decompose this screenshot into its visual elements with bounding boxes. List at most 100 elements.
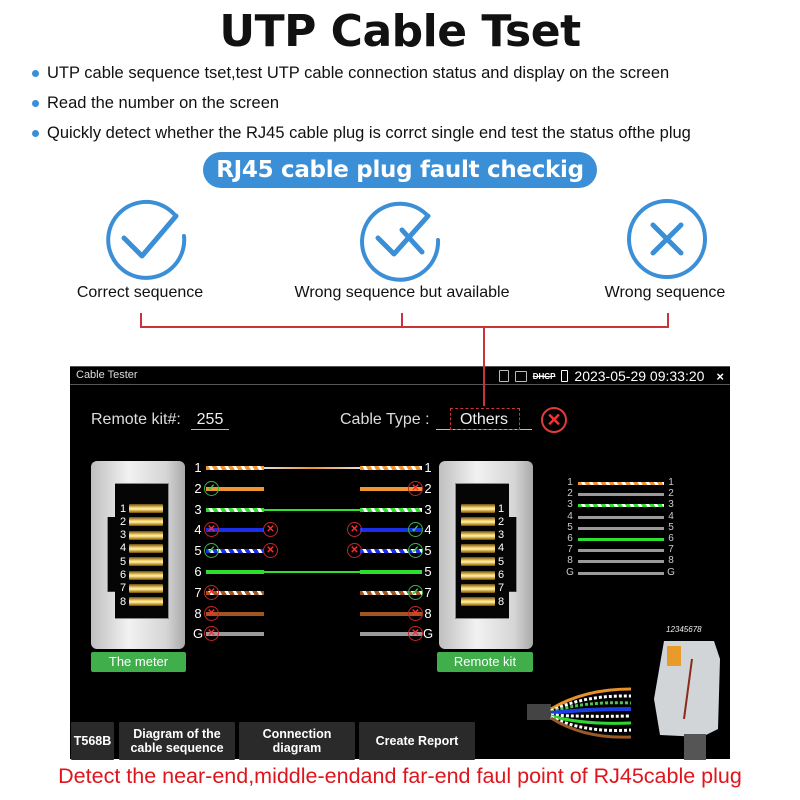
highlight-box — [450, 408, 520, 430]
near-end-fault-icon: ✕ — [204, 522, 219, 538]
the-meter-button[interactable]: The meter — [91, 652, 186, 672]
pin-number: 7 — [497, 582, 505, 595]
wire-left-number: 6 — [194, 564, 202, 579]
gold-pin-contact — [461, 504, 495, 513]
seq-wire — [578, 482, 664, 485]
wire-right-segment — [360, 466, 422, 470]
seq-left-number: 1 — [567, 477, 573, 488]
remote-kit-button[interactable]: Remote kit — [437, 652, 533, 672]
seq-wire — [578, 504, 664, 508]
battery-icon — [561, 370, 569, 382]
wire-left-number: 2 — [194, 480, 202, 496]
wire-right-number: 8 — [424, 605, 432, 621]
jack-pin-row: 5 — [117, 555, 163, 568]
seq-right-number: 4 — [668, 510, 674, 522]
gold-pin-contact — [461, 557, 495, 567]
jack-pin-row: 3 — [117, 529, 163, 542]
feature-item: UTP cable sequence tset,test UTP cable c… — [32, 58, 691, 88]
page-title: UTP Cable Tset — [219, 6, 581, 57]
near-end-ok-icon: ✓ — [204, 480, 219, 496]
seq-left-number: 2 — [567, 488, 573, 500]
status-bar: Cable Tester DHCP 2023-05-29 09:33:20 × — [70, 367, 730, 385]
seq-wire — [578, 538, 664, 541]
seq-right-number: G — [667, 566, 675, 578]
feature-item: Read the number on the screen — [32, 88, 691, 118]
connection-diagram-button[interactable]: Connection diagram — [239, 722, 355, 760]
far-end-fault-icon: ✕ — [408, 480, 423, 496]
far-end-ok-icon: ✓ — [408, 543, 423, 559]
middle-right-fault-icon: ✕ — [347, 522, 362, 538]
wire-right-number: 4 — [424, 522, 432, 538]
connector-line — [140, 313, 142, 327]
wire-left-segment — [206, 507, 264, 512]
wire-left-number: 8 — [194, 605, 202, 621]
feature-text: UTP cable sequence tset,test UTP cable c… — [47, 64, 670, 82]
seq-wire — [578, 515, 664, 519]
gold-pin-contact — [129, 557, 163, 567]
status-label-wrong-available: Wrong sequence but available — [294, 284, 510, 301]
gold-pin-contact — [129, 517, 163, 527]
wire-right-number: 5 — [424, 564, 432, 579]
feature-text: Quickly detect whether the RJ45 cable pl… — [47, 124, 691, 142]
middle-right-fault-icon: ✕ — [347, 543, 362, 559]
wire-left-number: 3 — [194, 501, 202, 517]
pin-number: 6 — [497, 569, 505, 581]
meter-jack: 12345678 — [91, 461, 185, 649]
pin-number: 3 — [119, 529, 127, 542]
close-button[interactable]: × — [716, 369, 724, 384]
rj45-plug-image — [527, 641, 720, 760]
remote-kit-label: Remote kit#: — [91, 411, 181, 428]
cable-sequence-diagram-button[interactable]: Diagram of the cable sequence — [119, 722, 235, 760]
jack-pin-row: 2 — [461, 515, 507, 528]
near-end-fault-icon: ✕ — [204, 605, 219, 621]
jack-pin-row: 4 — [117, 542, 163, 554]
wire-right-number: G — [423, 626, 434, 642]
sd-card-icon — [498, 370, 509, 382]
dhcp-off-icon: DHCP — [532, 371, 556, 381]
gold-pin-contact — [129, 583, 163, 593]
cable-tester-screen: Cable Tester DHCP 2023-05-29 09:33:20 × … — [70, 366, 730, 760]
pin-number: 2 — [497, 515, 505, 528]
gold-pin-contact — [129, 570, 163, 580]
gold-pin-contact — [461, 583, 495, 593]
create-report-button[interactable]: Create Report — [359, 722, 475, 760]
far-end-fault-icon: ✕ — [408, 605, 423, 621]
seq-wire — [578, 526, 664, 530]
far-end-fault-icon: ✕ — [408, 626, 423, 642]
wire-left-number: G — [193, 626, 204, 642]
seq-left-number: 5 — [567, 521, 573, 533]
wire-right-number: 3 — [424, 501, 432, 517]
jack-pin-row: 5 — [461, 556, 507, 568]
seq-right-number: 1 — [668, 477, 674, 488]
seq-left-number: 3 — [567, 499, 573, 511]
seq-left-number: 6 — [567, 533, 573, 544]
seq-wire — [578, 549, 664, 553]
gold-pin-contact — [129, 597, 163, 607]
jack-pin-row: 2 — [117, 515, 163, 528]
seq-left-number: 4 — [567, 510, 573, 522]
seq-wire — [578, 493, 664, 497]
middle-left-fault-icon: ✕ — [263, 522, 278, 538]
wire-middle-segment — [264, 571, 360, 573]
jack-pin-row: 7 — [117, 582, 163, 594]
near-end-ok-icon: ✓ — [204, 543, 219, 559]
check-circle-icon — [106, 199, 187, 280]
screen-off-icon — [514, 370, 527, 382]
wire-right-segment — [360, 507, 422, 512]
fault-checking-banner: RJ45 cable plug fault checkig — [203, 152, 597, 188]
t568b-button[interactable]: T568B — [71, 722, 114, 760]
connector-line — [140, 326, 669, 328]
pin-number: 5 — [119, 555, 127, 568]
jack-pin-row: 8 — [461, 595, 507, 608]
pin-number: 2 — [119, 515, 127, 528]
pin-number: 4 — [497, 542, 505, 555]
pin-number: 8 — [497, 595, 505, 608]
jack-pin-row: 1 — [461, 503, 507, 515]
check-cross-circle-icon — [360, 201, 441, 282]
cable-type-label: Cable Type : — [340, 411, 430, 428]
wire-middle-segment — [264, 508, 360, 511]
connector-line — [483, 326, 485, 406]
gold-pin-contact — [461, 543, 495, 553]
wire-right-number: 1 — [424, 460, 432, 475]
middle-left-fault-icon: ✕ — [263, 543, 278, 559]
